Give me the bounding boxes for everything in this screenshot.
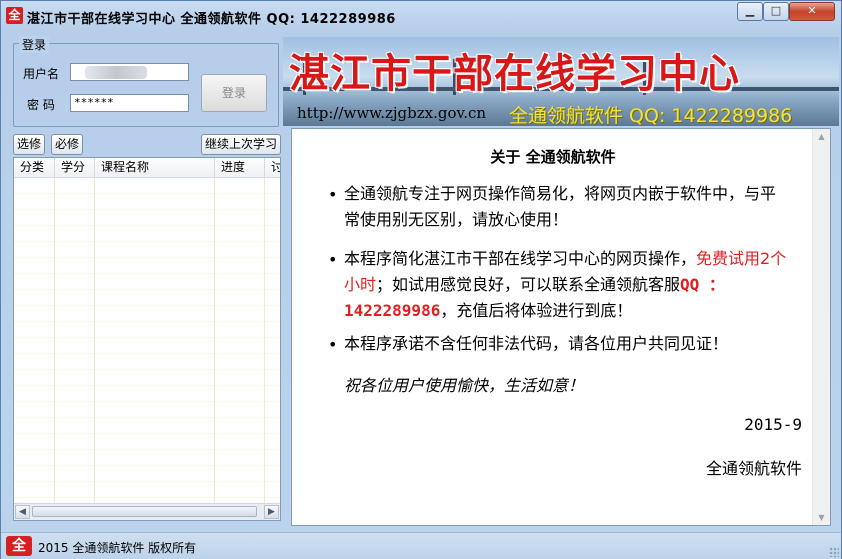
close-button[interactable]: ✕ <box>789 2 835 21</box>
about-signature: 全通领航软件 <box>705 459 802 478</box>
column-header-discussion[interactable]: 讨 <box>265 158 280 177</box>
about-title: 关于 全通领航软件 <box>490 148 616 166</box>
course-list-header: 分类 学分 课程名称 进度 讨 <box>14 158 280 178</box>
scroll-thumb[interactable] <box>32 506 257 517</box>
bullet-icon: • <box>328 335 338 354</box>
username-field[interactable] <box>70 63 189 81</box>
login-button[interactable]: 登录 <box>201 74 267 112</box>
about-paragraph-2: 本程序简化湛江市干部在线学习中心的网页操作，免费试用2个小时；如试用感觉良好，可… <box>344 246 790 324</box>
scroll-up-icon[interactable]: ▲ <box>814 129 829 144</box>
course-list[interactable]: 分类 学分 课程名称 进度 讨 ◀ ▶ <box>13 157 281 521</box>
continue-learning-button[interactable]: 继续上次学习 <box>201 134 281 155</box>
resize-grip-icon[interactable] <box>829 547 839 557</box>
username-label: 用户名 <box>23 67 60 81</box>
about-paragraph-3: 本程序承诺不含任何非法代码，请各位用户共同见证！ <box>344 334 729 353</box>
login-group-label: 登录 <box>19 36 50 53</box>
username-value-obscured <box>85 66 147 79</box>
column-header-credit[interactable]: 学分 <box>55 158 95 177</box>
column-divider <box>264 178 265 504</box>
column-divider <box>214 178 215 504</box>
brand-logo-icon: 全 <box>6 536 32 556</box>
vertical-scrollbar[interactable]: ▲ ▼ <box>812 129 830 525</box>
banner-url: http://www.zjgbzx.gov.cn <box>297 104 487 122</box>
about-paragraph-1: 全通领航专注于网页操作简易化，将网页内嵌于软件中，与平常使用别无区别，请放心使用… <box>344 184 777 229</box>
window-title: 湛江市干部在线学习中心 全通领航软件 QQ: 1422289986 <box>27 12 396 27</box>
column-header-progress[interactable]: 进度 <box>215 158 265 177</box>
site-banner: 湛江市干部在线学习中心 http://www.zjgbzx.gov.cn 全通领… <box>283 37 839 126</box>
password-label: 密 码 <box>27 98 55 112</box>
minimize-button[interactable]: ▁ <box>737 2 763 21</box>
maximize-button[interactable]: □ <box>763 2 789 21</box>
scroll-down-icon[interactable]: ▼ <box>814 510 829 525</box>
elective-button[interactable]: 选修 <box>13 134 45 155</box>
about-paragraph-2-text: ，充值后将体验进行到底！ <box>440 301 633 320</box>
column-header-category[interactable]: 分类 <box>14 158 55 177</box>
about-panel: 关于 全通领航软件 • 全通领航专注于网页操作简易化，将网页内嵌于软件中，与平常… <box>291 128 831 526</box>
about-paragraph-2-text: ；如试用感觉良好，可以联系全通领航客服 <box>376 275 681 294</box>
column-divider <box>54 178 55 504</box>
status-bar: 全 2015 全通领航软件 版权所有 <box>1 532 841 559</box>
main-window: 全 湛江市干部在线学习中心 全通领航软件 QQ: 1422289986 ▁ □ … <box>0 0 842 559</box>
about-date: 2015-9 <box>744 415 802 434</box>
banner-contact: 全通领航软件 QQ: 1422289986 <box>509 105 793 126</box>
scroll-right-icon[interactable]: ▶ <box>264 505 279 519</box>
horizontal-scrollbar[interactable]: ◀ ▶ <box>14 503 280 520</box>
column-header-course-name[interactable]: 课程名称 <box>95 158 215 177</box>
about-paragraph-2-text: 本程序简化湛江市干部在线学习中心的网页操作， <box>344 249 697 268</box>
column-divider <box>94 178 95 504</box>
title-bar: 全 湛江市干部在线学习中心 全通领航软件 QQ: 1422289986 ▁ □ … <box>1 1 841 31</box>
required-button[interactable]: 必修 <box>51 134 83 155</box>
password-field[interactable]: ****** <box>70 94 189 112</box>
bullet-icon: • <box>328 185 338 204</box>
bullet-icon: • <box>328 250 338 269</box>
copyright-text: 2015 全通领航软件 版权所有 <box>38 541 197 555</box>
banner-title: 湛江市干部在线学习中心 <box>289 50 740 97</box>
about-wish: 祝各位用户使用愉快，生活如意！ <box>344 376 585 395</box>
scroll-left-icon[interactable]: ◀ <box>15 505 30 519</box>
app-icon: 全 <box>6 7 23 24</box>
